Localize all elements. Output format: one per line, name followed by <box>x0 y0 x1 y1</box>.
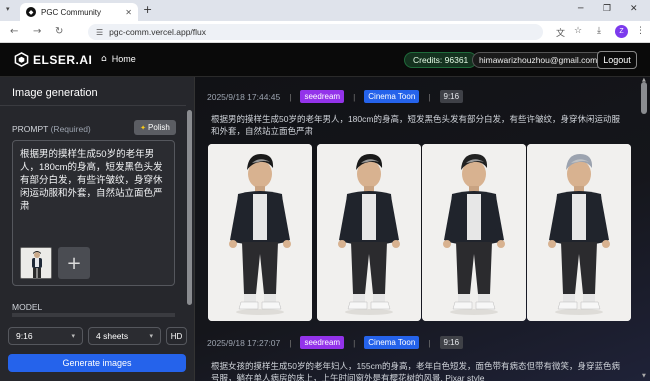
profile-avatar[interactable]: Z <box>615 25 628 38</box>
url-text: pgc-comm.vercel.app/flux <box>109 27 207 37</box>
character-figure <box>317 144 421 321</box>
separator: | <box>428 91 431 102</box>
model-tag: seedream <box>300 90 345 103</box>
character-figure <box>527 144 631 321</box>
logo-mark-icon <box>14 52 29 67</box>
reference-image <box>21 248 51 278</box>
generate-images-button[interactable]: Generate images <box>8 354 186 372</box>
tab-search-icon[interactable]: ▾ <box>6 5 16 15</box>
sidebar-scrollbar[interactable] <box>187 110 192 305</box>
separator: | <box>289 91 292 102</box>
reload-icon[interactable]: ↻ <box>55 26 63 37</box>
prompt-label-text: PROMPT <box>12 124 49 134</box>
minimize-icon[interactable]: ─ <box>578 4 583 14</box>
style-tag: Cinema Toon <box>364 90 420 103</box>
sheets-select[interactable]: 4 sheets ▾ <box>88 327 161 345</box>
app-header: ELSER.AI ⌂ Home Credits: 96361 himawariz… <box>0 43 650 77</box>
result-meta: 2025/9/18 17:44:45 | seedream | Cinema T… <box>207 90 464 103</box>
translate-icon[interactable]: 文 <box>556 26 565 39</box>
user-email-badge: himawarizhouzhou@gmail.com <box>472 52 605 68</box>
prompt-text: 根据男的摸样生成50岁的老年男人，180cm的身高，短发黑色头发有部分白发，有些… <box>20 149 163 212</box>
chevron-down-icon: ▾ <box>71 332 75 340</box>
url-field[interactable]: ☰ pgc-comm.vercel.app/flux <box>88 24 543 40</box>
generated-image[interactable] <box>317 144 421 321</box>
character-figure <box>422 144 526 321</box>
separator: | <box>428 337 431 348</box>
aspect-ratio-select[interactable]: 9:16 ▾ <box>8 327 83 345</box>
prompt-textarea[interactable]: 根据男的摸样生成50岁的老年男人，180cm的身高，短发黑色头发有部分白发，有些… <box>12 140 175 286</box>
close-window-icon[interactable]: ✕ <box>630 4 638 14</box>
browser-tab[interactable]: ◆ PGC Community ✕ <box>20 3 138 21</box>
polish-label: Polish <box>148 123 170 132</box>
hd-toggle[interactable]: HD <box>166 327 187 345</box>
result-meta: 2025/9/18 17:27:07 | seedream | Cinema T… <box>207 336 464 349</box>
browser-menu-icon[interactable]: ⋮ <box>636 26 645 36</box>
browser-address-bar: ← → ↻ ☰ pgc-comm.vercel.app/flux 文 ☆ ⤓ Z… <box>0 21 650 43</box>
model-label: MODEL <box>12 302 43 312</box>
separator: | <box>353 337 356 348</box>
model-tag: seedream <box>300 336 345 349</box>
chevron-down-icon: ▾ <box>149 332 153 340</box>
result-timestamp: 2025/9/18 17:27:07 <box>207 337 281 348</box>
result-timestamp: 2025/9/18 17:44:45 <box>207 91 281 102</box>
results-panel: ▲ ▼ 2025/9/18 17:44:45 | seedream | Cine… <box>195 77 650 381</box>
reference-image-thumbnail[interactable] <box>20 247 52 279</box>
ratio-tag: 9:16 <box>439 90 464 103</box>
ratio-tag: 9:16 <box>439 336 464 349</box>
back-icon[interactable]: ← <box>10 26 18 37</box>
scroll-down-icon[interactable]: ▼ <box>642 373 646 379</box>
sheets-value: 4 sheets <box>96 331 129 341</box>
close-tab-icon[interactable]: ✕ <box>125 8 132 17</box>
generated-image[interactable] <box>527 144 631 321</box>
result-prompt: 根据女孩的摸样生成50岁的老年妇人，155cm的身高，老年白色短发，面色带有病态… <box>211 361 620 381</box>
results-scrollbar[interactable] <box>641 82 647 114</box>
maximize-icon[interactable]: ❐ <box>603 4 611 14</box>
divider <box>0 105 186 106</box>
separator: | <box>289 337 292 348</box>
new-tab-icon[interactable]: + <box>143 3 152 16</box>
separator: | <box>353 91 356 102</box>
style-tag: Cinema Toon <box>364 336 420 349</box>
home-label: Home <box>111 54 136 64</box>
home-link[interactable]: ⌂ Home <box>101 54 136 64</box>
prompt-required-text: (Required) <box>50 124 91 134</box>
add-image-button[interactable]: + <box>58 247 90 279</box>
model-selector-partial[interactable] <box>12 313 175 317</box>
site-favicon-icon: ◆ <box>26 7 36 17</box>
bookmark-star-icon[interactable]: ☆ <box>574 26 582 36</box>
polish-button[interactable]: ✦ Polish <box>134 120 176 135</box>
site-info-icon[interactable]: ☰ <box>96 28 103 37</box>
generated-image[interactable] <box>422 144 526 321</box>
prompt-label: PROMPT (Required) <box>12 124 91 134</box>
logo[interactable]: ELSER.AI <box>14 52 92 67</box>
character-figure <box>208 144 312 321</box>
sidebar-title: Image generation <box>12 87 98 99</box>
tab-title: PGC Community <box>41 7 102 17</box>
sparkle-icon: ✦ <box>140 123 147 132</box>
logout-button[interactable]: Logout <box>597 51 637 69</box>
forward-icon[interactable]: → <box>33 26 41 37</box>
generated-image[interactable] <box>208 144 312 321</box>
result-prompt: 根据男的摸样生成50岁的老年男人，180cm的身高，短发黑色头发有部分白发，有些… <box>211 114 620 136</box>
aspect-ratio-value: 9:16 <box>16 331 33 341</box>
download-icon[interactable]: ⤓ <box>597 26 601 36</box>
browser-tab-bar: ▾ ◆ PGC Community ✕ + ─ ❐ ✕ <box>0 0 650 21</box>
home-icon: ⌂ <box>101 54 107 64</box>
credits-badge: Credits: 96361 <box>404 52 478 68</box>
logo-text: ELSER.AI <box>33 52 93 67</box>
generation-sidebar: Image generation PROMPT (Required) ✦ Pol… <box>0 77 195 381</box>
